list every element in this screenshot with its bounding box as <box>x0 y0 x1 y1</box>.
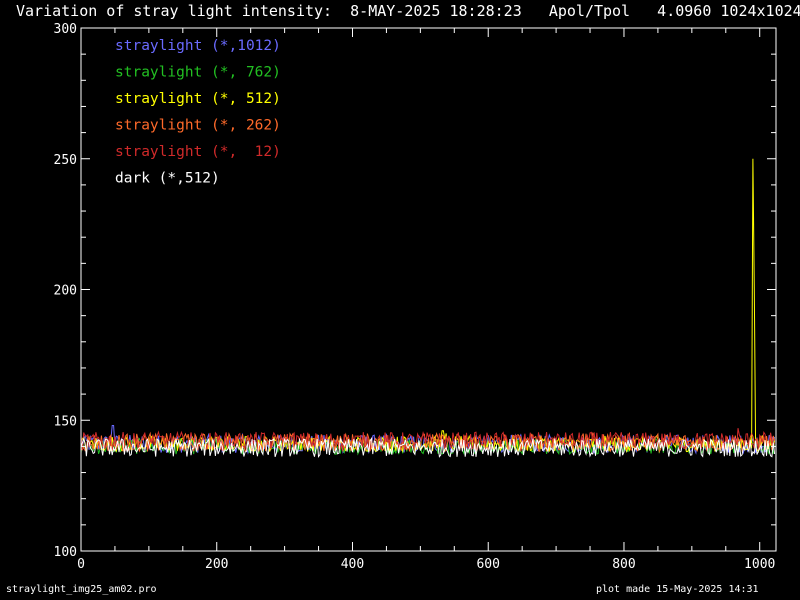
y-tick-label: 300 <box>54 22 77 37</box>
legend-entry-4: straylight (*, 12) <box>115 144 281 160</box>
y-tick-label: 200 <box>54 284 77 299</box>
legend-entry-1: straylight (*, 762) <box>115 65 281 81</box>
chart-plot: 0 200 400 600 800 1000 100 150 200 250 300 strayli… <box>54 22 777 572</box>
footer-program-name: straylight_img25_am02.pro <box>6 584 157 595</box>
x-tick-label: 400 <box>341 557 364 572</box>
x-tick-label: 0 <box>77 557 85 572</box>
series-traces <box>80 158 776 458</box>
x-tick-label: 600 <box>476 557 499 572</box>
y-tick-label: 150 <box>54 414 77 429</box>
x-tick-label: 200 <box>205 557 228 572</box>
series-line-2 <box>80 158 776 454</box>
legend-entry-0: straylight (*,1012) <box>115 38 281 54</box>
y-tick-label: 250 <box>54 153 77 168</box>
legend-entry-5: dark (*,512) <box>115 171 220 187</box>
y-tick-label: 100 <box>54 545 77 560</box>
legend-entry-3: straylight (*, 262) <box>115 118 281 134</box>
x-tick-label: 1000 <box>744 557 775 572</box>
footer-plot-date: plot made 15-May-2025 14:31 <box>596 584 759 595</box>
legend-entry-2: straylight (*, 512) <box>115 91 281 107</box>
x-tick-label: 800 <box>612 557 635 572</box>
chart-legend: straylight (*,1012) straylight (*, 762) st… <box>115 38 281 187</box>
